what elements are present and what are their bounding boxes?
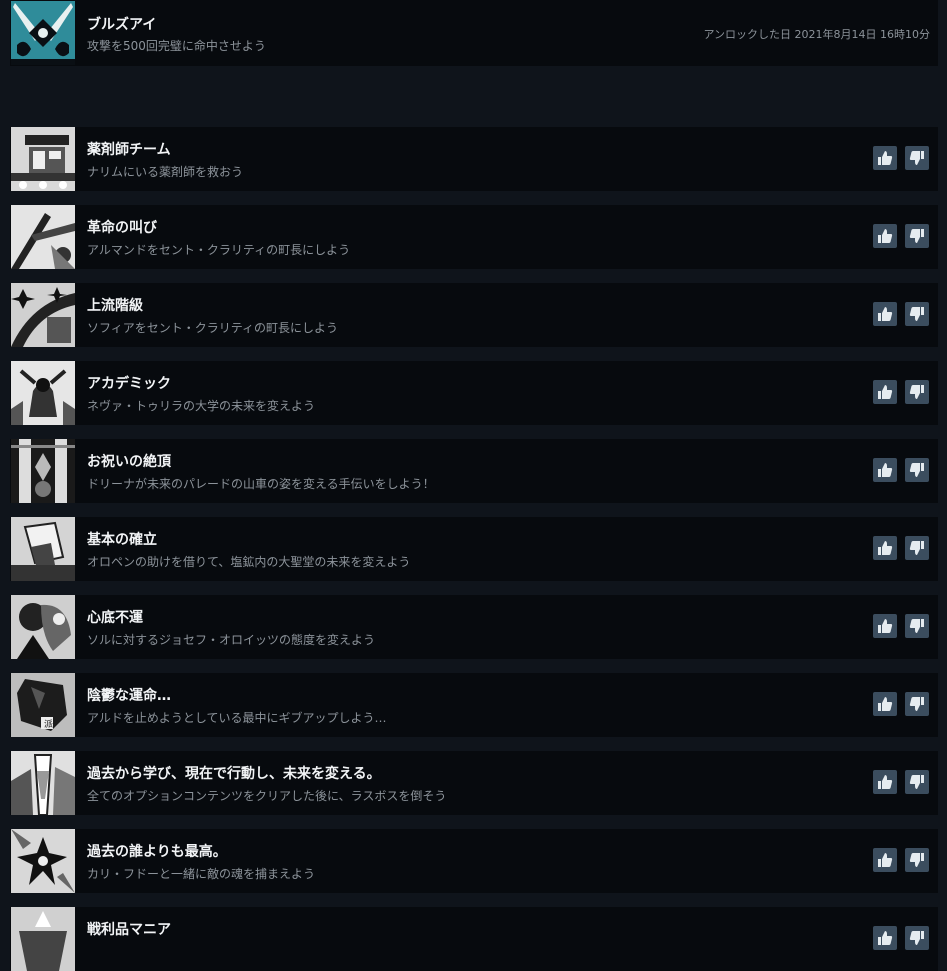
- achievement-title: 基本の確立: [87, 532, 157, 548]
- loot-mania-icon: [11, 907, 75, 971]
- achievement-title: ブルズアイ: [87, 17, 157, 33]
- achievement-description: ネヴァ・トゥリラの大学の未来を変えよう: [87, 399, 316, 413]
- achievement-description: ナリムにいる薬剤師を救おう: [87, 165, 244, 179]
- change-the-future-icon: [11, 751, 75, 815]
- achievement-row: 過去の誰よりも最高。 カリ・フドーと一緒に敵の魂を捕まえよう: [10, 829, 938, 893]
- achievement-description: オロペンの助けを借りて、塩鉱内の大聖堂の未来を変えよう: [87, 555, 411, 569]
- thumbs-down-button[interactable]: [905, 302, 929, 326]
- thumbs-down-icon: [909, 385, 924, 399]
- thumbs-up-icon: [878, 307, 893, 321]
- thumbs-up-button[interactable]: [873, 770, 897, 794]
- thumbs-down-button[interactable]: [905, 146, 929, 170]
- achievement-title: 戦利品マニア: [87, 922, 171, 938]
- pharmacist-team-icon: [11, 127, 75, 191]
- thumbs-up-icon: [878, 853, 893, 867]
- unlocked-achievement-row: ブルズアイ 攻撃を500回完璧に命中させよう アンロックした日 2021年8月1…: [10, 0, 938, 66]
- thumbs-up-button[interactable]: [873, 536, 897, 560]
- thumbs-down-icon: [909, 541, 924, 555]
- thumbs-down-icon: [909, 229, 924, 243]
- gloomy-fate-icon: 派: [11, 673, 75, 737]
- thumbs-down-button[interactable]: [905, 380, 929, 404]
- achievement-title: 薬剤師チーム: [87, 142, 171, 158]
- thumbs-up-icon: [878, 775, 893, 789]
- thumbs-down-icon: [909, 775, 924, 789]
- thumbs-down-button[interactable]: [905, 224, 929, 248]
- thumbs-up-button[interactable]: [873, 380, 897, 404]
- thumbs-down-icon: [909, 931, 924, 945]
- thumbs-down-button[interactable]: [905, 458, 929, 482]
- thumbs-up-icon: [878, 463, 893, 477]
- thumbs-up-icon: [878, 697, 893, 711]
- thumbs-up-icon: [878, 229, 893, 243]
- thumbs-up-icon: [878, 385, 893, 399]
- thumbs-down-button[interactable]: [905, 614, 929, 638]
- achievement-title: 革命の叫び: [87, 220, 157, 236]
- achievement-icon-bullseye: [11, 1, 75, 65]
- thumbs-down-icon: [909, 463, 924, 477]
- thumbs-up-icon: [878, 151, 893, 165]
- achievement-row: 革命の叫び アルマンドをセント・クラリティの町長にしよう: [10, 205, 938, 269]
- thumbs-up-button[interactable]: [873, 848, 897, 872]
- achievement-title: 陰鬱な運命…: [87, 688, 171, 704]
- achievement-title: 過去から学び、現在で行動し、未来を変える。: [87, 766, 381, 782]
- svg-text:派: 派: [44, 719, 53, 730]
- revolution-cry-icon: [11, 205, 75, 269]
- achievement-title: 心底不運: [87, 610, 143, 626]
- thumbs-down-button[interactable]: [905, 536, 929, 560]
- achievement-description: ドリーナが未来のパレードの山車の姿を変える手伝いをしよう！: [87, 477, 435, 491]
- achievement-title: 上流階級: [87, 298, 143, 314]
- thumbs-down-button[interactable]: [905, 770, 929, 794]
- achievement-description: カリ・フドーと一緒に敵の魂を捕まえよう: [87, 867, 316, 881]
- achievement-description: 攻撃を500回完璧に命中させよう: [87, 39, 266, 53]
- achievement-row: 戦利品マニア: [10, 907, 938, 971]
- upper-class-icon: [11, 283, 75, 347]
- unlucky-icon: [11, 595, 75, 659]
- achievement-row: 上流階級 ソフィアをセント・クラリティの町長にしよう: [10, 283, 938, 347]
- thumbs-down-icon: [909, 853, 924, 867]
- thumbs-down-icon: [909, 697, 924, 711]
- thumbs-up-button[interactable]: [873, 302, 897, 326]
- thumbs-down-button[interactable]: [905, 926, 929, 950]
- thumbs-down-button[interactable]: [905, 848, 929, 872]
- thumbs-up-button[interactable]: [873, 224, 897, 248]
- achievement-description: ソフィアをセント・クラリティの町長にしよう: [87, 321, 339, 335]
- achievement-row: 派 陰鬱な運命… アルドを止めようとしている最中にギブアップしよう…: [10, 673, 938, 737]
- academic-icon: [11, 361, 75, 425]
- foundation-icon: [11, 517, 75, 581]
- thumbs-up-button[interactable]: [873, 692, 897, 716]
- achievement-row: 過去から学び、現在で行動し、未来を変える。 全てのオプションコンテンツをクリアし…: [10, 751, 938, 815]
- thumbs-down-button[interactable]: [905, 692, 929, 716]
- thumbs-up-button[interactable]: [873, 146, 897, 170]
- thumbs-down-icon: [909, 619, 924, 633]
- achievement-row: 基本の確立 オロペンの助けを借りて、塩鉱内の大聖堂の未来を変えよう: [10, 517, 938, 581]
- achievement-description: アルマンドをセント・クラリティの町長にしよう: [87, 243, 351, 257]
- achievement-row: 薬剤師チーム ナリムにいる薬剤師を救おう: [10, 127, 938, 191]
- thumbs-up-button[interactable]: [873, 614, 897, 638]
- unlock-date: アンロックした日 2021年8月14日 16時10分: [703, 28, 930, 41]
- thumbs-down-icon: [909, 307, 924, 321]
- thumbs-up-icon: [878, 931, 893, 945]
- achievement-description: 全てのオプションコンテンツをクリアした後に、ラスボスを倒そう: [87, 789, 447, 803]
- thumbs-up-icon: [878, 619, 893, 633]
- thumbs-up-icon: [878, 541, 893, 555]
- celebration-icon: [11, 439, 75, 503]
- achievement-description: ソルに対するジョセフ・オロイッツの態度を変えよう: [87, 633, 376, 647]
- achievement-title: アカデミック: [87, 376, 171, 392]
- achievement-description: アルドを止めようとしている最中にギブアップしよう…: [87, 711, 387, 725]
- achievement-row: 心底不運 ソルに対するジョセフ・オロイッツの態度を変えよう: [10, 595, 938, 659]
- thumbs-down-icon: [909, 151, 924, 165]
- thumbs-up-button[interactable]: [873, 926, 897, 950]
- achievement-row: アカデミック ネヴァ・トゥリラの大学の未来を変えよう: [10, 361, 938, 425]
- achievement-row: お祝いの絶頂 ドリーナが未来のパレードの山車の姿を変える手伝いをしよう！: [10, 439, 938, 503]
- achievement-title: お祝いの絶頂: [87, 454, 171, 470]
- best-of-all-icon: [11, 829, 75, 893]
- achievement-title: 過去の誰よりも最高。: [87, 844, 227, 860]
- thumbs-up-button[interactable]: [873, 458, 897, 482]
